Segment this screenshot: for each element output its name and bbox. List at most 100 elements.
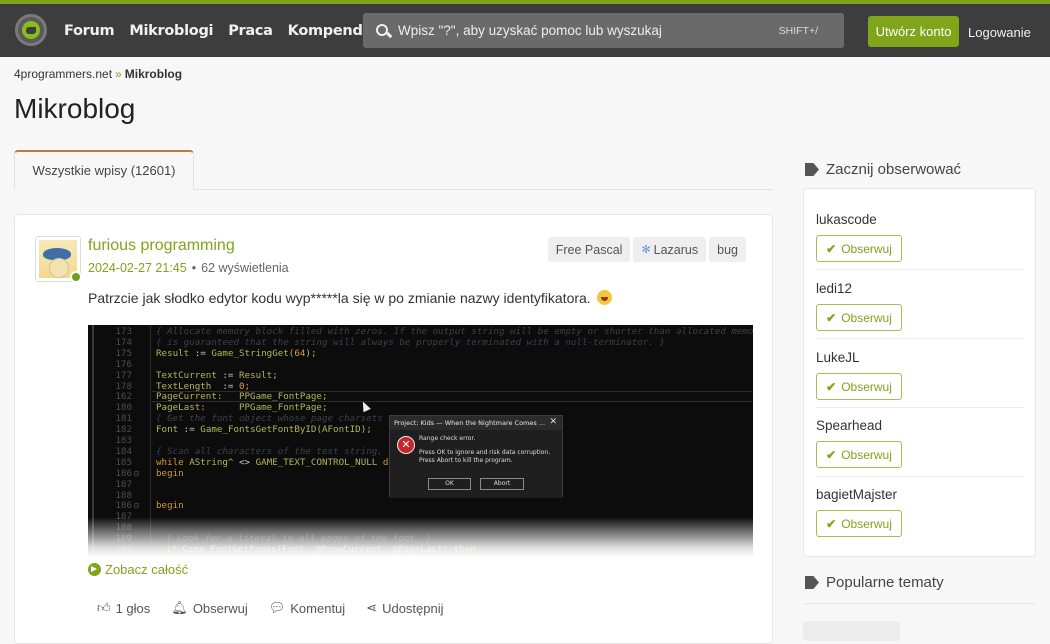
line-number: 186 xyxy=(115,467,132,479)
login-link[interactable]: Logowanie xyxy=(968,25,1031,40)
code-token: := xyxy=(222,369,239,381)
code-text: { Allocate memory block filled with zero… xyxy=(156,326,753,337)
lazarus-icon: ✻ xyxy=(641,244,651,256)
code-token: Game_StringGet( xyxy=(211,347,295,359)
dialog-heading: Range check error. xyxy=(419,435,476,442)
follow-heading: Zacznij obserwować xyxy=(805,161,961,178)
code-text: { Get the font object whose page charset… xyxy=(156,413,394,424)
code-token: TextCurrent xyxy=(156,369,223,381)
search-shortcut-hint: SHIFT+/ xyxy=(778,24,818,37)
breadcrumb-root[interactable]: 4programmers.net xyxy=(14,67,112,81)
tab-all-entries[interactable]: Wszystkie wpisy (12601) xyxy=(14,150,194,190)
tag-lazarus[interactable]: ✻ Lazarus xyxy=(633,237,707,262)
microblog-post: furious programming 2024-02-27 21:45 • 62 … xyxy=(14,214,773,644)
share-icon: ⋖ xyxy=(366,600,378,615)
line-number: 175 xyxy=(115,347,132,359)
follow-button[interactable]: ✔ Obserwuj xyxy=(816,510,902,537)
close-icon: ✕ xyxy=(549,417,557,427)
code-token: Result; xyxy=(239,369,278,381)
follow-post-button[interactable]: 🔔︎ Obserwuj xyxy=(171,600,247,616)
post-views: 62 wyświetlenia xyxy=(201,261,289,275)
code-token: PageCurrent: PPGame_FontPage; xyxy=(156,391,328,403)
popular-topic-tab[interactable] xyxy=(803,621,900,641)
code-token: { Get the font object whose page charset… xyxy=(156,413,394,425)
nav-forum[interactable]: Forum xyxy=(64,23,115,39)
code-token: { Allocate memory block filled with zero… xyxy=(156,326,753,337)
vote-label: 1 głos xyxy=(115,600,151,616)
code-token: Game_FontsGetFontByID(AFontID); xyxy=(200,424,372,436)
post-tags: Free Pascal ✻ Lazarus bug xyxy=(547,237,746,262)
nav-mikroblogi[interactable]: Mikroblogi xyxy=(129,23,213,39)
popular-heading-label: Popularne tematy xyxy=(826,574,944,591)
tag-bug[interactable]: bug xyxy=(709,237,746,262)
code-token: := xyxy=(194,347,212,359)
page-title: Mikroblog xyxy=(14,93,136,124)
line-number: 185 xyxy=(115,456,132,468)
line-number: 188 xyxy=(115,489,132,501)
code-text: TextLength := 0; xyxy=(156,381,250,392)
code-token: begin xyxy=(156,467,184,479)
nav-praca[interactable]: Praca xyxy=(228,23,273,39)
share-button[interactable]: ⋖ Udostępnij xyxy=(366,600,443,616)
logo-icon[interactable] xyxy=(15,14,47,46)
code-token: ; xyxy=(244,380,251,392)
rolling-laughing-emoji-icon xyxy=(596,290,612,305)
see-all-label: Zobacz całość xyxy=(105,562,189,577)
post-date[interactable]: 2024-02-27 21:45 xyxy=(88,261,187,275)
tag-label: bug xyxy=(717,242,738,257)
comment-icon: 💬︎ xyxy=(268,600,286,615)
check-icon: ✔ xyxy=(826,516,837,531)
code-text: PageLast: PPGame_FontPage; xyxy=(156,402,327,413)
code-token: PageLast: PPGame_FontPage; xyxy=(156,402,328,414)
see-all-link[interactable]: Zobacz całość xyxy=(88,562,188,577)
follow-user-name[interactable]: bagietMajster xyxy=(816,487,897,502)
thumbs-up-icon: 👍︎ xyxy=(97,600,111,615)
follow-button[interactable]: ✔ Obserwuj xyxy=(816,304,902,331)
dialog-line-1: Press OK to ignore and risk data corrupt… xyxy=(419,449,551,456)
follow-item: LukeJL ✔ Obserwuj xyxy=(816,349,1024,400)
dialog-message: Range check error. Press OK to ignore an… xyxy=(419,435,550,465)
code-token: { Scan all characters of the text string… xyxy=(156,445,394,457)
search-input[interactable] xyxy=(398,23,758,38)
post-author[interactable]: furious programming xyxy=(88,237,235,255)
comment-button[interactable]: 💬︎ Komentuj xyxy=(269,600,345,616)
code-token: ); xyxy=(305,347,317,359)
fold-icon: ⊟ xyxy=(134,501,139,511)
tag-label: Free Pascal xyxy=(555,242,623,257)
follow-button-label: Obserwuj xyxy=(841,447,892,462)
post-screenshot[interactable]: 173 { Allocate memory block filled with z… xyxy=(88,325,753,557)
code-token: 64 xyxy=(294,347,306,359)
register-button[interactable]: Utwórz konto xyxy=(868,16,959,47)
error-icon: ✕ xyxy=(397,436,415,454)
code-token: begin xyxy=(156,500,184,512)
check-icon: ✔ xyxy=(826,447,837,462)
search-bar[interactable]: SHIFT+/ xyxy=(363,13,844,48)
follow-user-name[interactable]: lukascode xyxy=(816,212,877,227)
follow-item: lukascode ✔ Obserwuj xyxy=(816,211,1024,262)
code-token: <> xyxy=(239,456,256,468)
follow-button[interactable]: ✔ Obserwuj xyxy=(816,441,902,468)
line-number: 184 xyxy=(115,445,132,457)
follow-button[interactable]: ✔ Obserwuj xyxy=(816,373,902,400)
line-number: 177 xyxy=(115,369,132,381)
bell-icon: 🔔︎ xyxy=(171,600,188,615)
breadcrumb-current[interactable]: Mikroblog xyxy=(125,67,182,81)
code-text: begin xyxy=(156,500,184,511)
follow-button-label: Obserwuj xyxy=(841,516,892,531)
code-token: := xyxy=(183,424,201,436)
follow-button[interactable]: ✔ Obserwuj xyxy=(816,235,902,262)
follow-label: Obserwuj xyxy=(192,600,248,616)
follow-user-name[interactable]: LukeJL xyxy=(816,350,860,365)
follow-user-name[interactable]: ledi12 xyxy=(816,281,852,296)
line-number: 186 xyxy=(115,500,132,512)
code-text: Result := Game_StringGet(64); xyxy=(156,348,316,359)
tag-label: Lazarus xyxy=(653,242,699,257)
divider xyxy=(816,269,1024,270)
follow-user-name[interactable]: Spearhead xyxy=(816,418,882,433)
vote-button[interactable]: 👍︎ 1 głos xyxy=(97,600,150,616)
divider xyxy=(816,338,1024,339)
divider xyxy=(816,407,1024,408)
breadcrumb: 4programmers.net» Mikroblog xyxy=(14,67,182,81)
main-nav: Forum Mikroblogi Praca Kompendium xyxy=(64,4,407,57)
tag-free-pascal[interactable]: Free Pascal xyxy=(547,237,631,262)
